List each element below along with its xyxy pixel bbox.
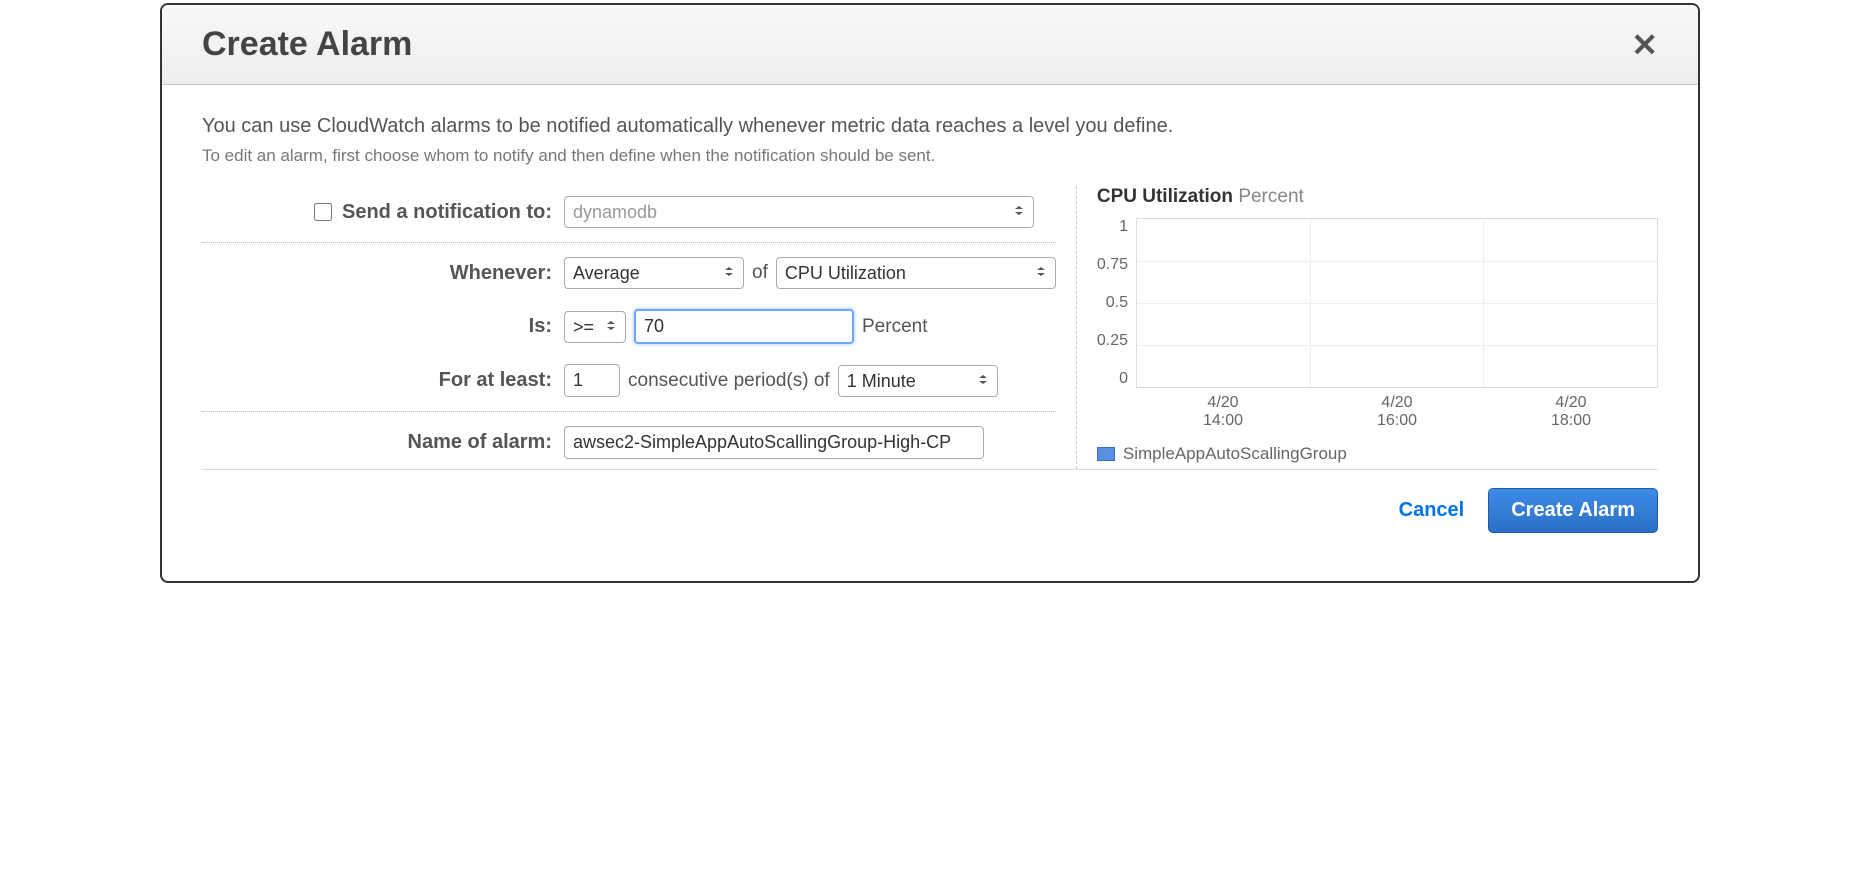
legend-swatch bbox=[1097, 447, 1115, 461]
chart-column: CPU Utilization Percent 1 0.75 0.5 0.25 … bbox=[1076, 186, 1658, 469]
whenever-row: Whenever: Average of CPU Utilization bbox=[202, 247, 1056, 299]
periods-input[interactable] bbox=[564, 364, 620, 397]
legend-label: SimpleAppAutoScallingGroup bbox=[1123, 444, 1347, 464]
form-column: Send a notification to: dynamodb Wheneve… bbox=[202, 186, 1056, 469]
name-label: Name of alarm: bbox=[202, 431, 552, 454]
chart-legend: SimpleAppAutoScallingGroup bbox=[1097, 444, 1658, 464]
for-row: For at least: consecutive period(s) of 1… bbox=[202, 354, 1056, 407]
y-tick: 0.25 bbox=[1097, 332, 1128, 350]
consecutive-text: consecutive period(s) of bbox=[628, 370, 830, 392]
chart-grid bbox=[1136, 218, 1658, 388]
unit-text: Percent bbox=[862, 316, 927, 338]
alarm-name-input[interactable] bbox=[564, 426, 984, 459]
create-alarm-dialog: Create Alarm ✕ You can use CloudWatch al… bbox=[160, 3, 1700, 583]
statistic-select[interactable]: Average bbox=[564, 257, 744, 289]
y-tick: 0.75 bbox=[1097, 256, 1128, 274]
whenever-label: Whenever: bbox=[202, 262, 552, 285]
metric-select[interactable]: CPU Utilization bbox=[776, 257, 1056, 289]
for-label: For at least: bbox=[202, 369, 552, 392]
chart-metric-name: CPU Utilization bbox=[1097, 186, 1233, 207]
chart-area: 1 0.75 0.5 0.25 0 bbox=[1097, 218, 1658, 430]
sub-intro-text: To edit an alarm, first choose whom to n… bbox=[202, 146, 1658, 166]
comparator-select[interactable]: >= bbox=[564, 311, 626, 343]
x-tick: 4/20 16:00 bbox=[1377, 394, 1417, 430]
notification-row: Send a notification to: dynamodb bbox=[202, 186, 1056, 238]
period-select[interactable]: 1 Minute bbox=[838, 365, 998, 397]
notification-select[interactable]: dynamodb bbox=[564, 196, 1034, 228]
chart-unit: Percent bbox=[1238, 186, 1303, 207]
close-icon[interactable]: ✕ bbox=[1631, 26, 1658, 64]
dialog-footer: Cancel Create Alarm bbox=[202, 469, 1658, 551]
y-axis: 1 0.75 0.5 0.25 0 bbox=[1097, 218, 1136, 388]
divider bbox=[202, 242, 1056, 243]
chart-title: CPU Utilization Percent bbox=[1097, 186, 1658, 208]
dialog-header: Create Alarm ✕ bbox=[162, 5, 1698, 85]
of-text: of bbox=[752, 262, 768, 284]
x-tick: 4/20 14:00 bbox=[1203, 394, 1243, 430]
threshold-input[interactable] bbox=[634, 309, 854, 344]
cancel-button[interactable]: Cancel bbox=[1399, 499, 1465, 522]
is-row: Is: >= Percent bbox=[202, 299, 1056, 354]
y-tick: 1 bbox=[1119, 218, 1128, 236]
dialog-body: You can use CloudWatch alarms to be noti… bbox=[162, 85, 1698, 581]
x-tick: 4/20 18:00 bbox=[1551, 394, 1591, 430]
divider bbox=[202, 411, 1056, 412]
y-tick: 0 bbox=[1119, 370, 1128, 388]
create-alarm-button[interactable]: Create Alarm bbox=[1488, 488, 1658, 533]
is-label: Is: bbox=[202, 315, 552, 338]
intro-text: You can use CloudWatch alarms to be noti… bbox=[202, 115, 1658, 138]
name-row: Name of alarm: bbox=[202, 416, 1056, 469]
notification-label: Send a notification to: bbox=[342, 201, 552, 224]
x-axis: 4/20 14:00 4/20 16:00 4/20 18:00 bbox=[1136, 394, 1658, 430]
notification-checkbox[interactable] bbox=[314, 203, 332, 221]
y-tick: 0.5 bbox=[1106, 294, 1128, 312]
dialog-title: Create Alarm bbox=[202, 25, 412, 64]
